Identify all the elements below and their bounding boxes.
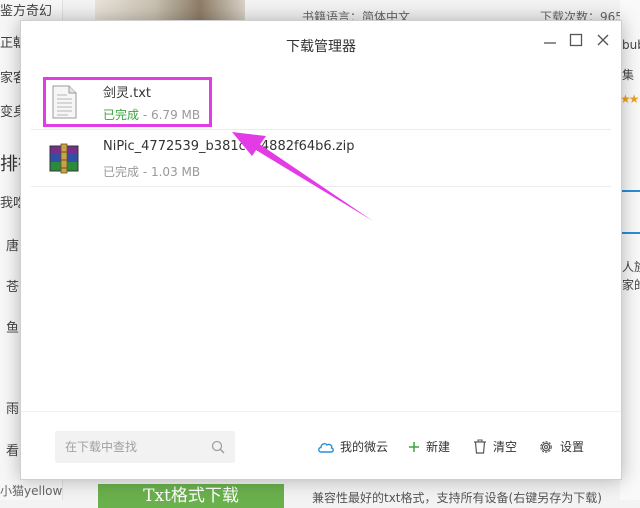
search-input[interactable] bbox=[55, 431, 205, 463]
new-button[interactable]: 新建 bbox=[408, 438, 450, 458]
background-right-panel: bub 集 ★★ 人族 家的 bbox=[620, 0, 640, 500]
search-box bbox=[55, 431, 235, 463]
close-button[interactable] bbox=[592, 31, 614, 51]
my-cloud-button[interactable]: 我的微云 bbox=[317, 438, 388, 458]
minimize-button[interactable] bbox=[539, 31, 561, 51]
download-filename: NiPic_4772539_b381cec4882f64b6.zip bbox=[103, 139, 355, 154]
clear-button[interactable]: 清空 bbox=[473, 438, 517, 458]
bg-book-link: 鉴方奇幻 bbox=[0, 4, 53, 19]
bg-rank-item: 唐 bbox=[6, 239, 20, 254]
close-icon bbox=[597, 34, 609, 46]
bg-divider bbox=[620, 232, 640, 234]
settings-label: 设置 bbox=[560, 440, 585, 454]
bg-divider bbox=[620, 190, 640, 192]
new-label: 新建 bbox=[426, 440, 451, 454]
minimize-icon bbox=[544, 42, 556, 44]
bg-username: 小猫yellow bbox=[0, 484, 63, 498]
bg-rank-item: 鱼 bbox=[6, 321, 20, 336]
bg-right-text: 集 bbox=[622, 68, 635, 82]
bg-right-text: 人族 bbox=[622, 260, 640, 274]
dialog-title: 下载管理器 bbox=[286, 39, 356, 55]
settings-button[interactable]: 设置 bbox=[538, 438, 584, 458]
dialog-titlebar[interactable]: 下载管理器 bbox=[21, 21, 621, 73]
bg-rating-stars: ★★ bbox=[620, 92, 639, 106]
trash-icon bbox=[474, 439, 486, 454]
annotation-highlight-box bbox=[43, 77, 212, 127]
maximize-button[interactable] bbox=[565, 31, 587, 51]
bg-rank-item: 苍 bbox=[6, 280, 20, 295]
download-complete-label: 已完成 bbox=[103, 165, 140, 179]
download-size: 1.03 MB bbox=[150, 165, 201, 179]
bg-right-text: bub bbox=[622, 38, 640, 52]
bg-rank-item: 雨 bbox=[6, 402, 20, 417]
cloud-icon bbox=[318, 442, 334, 453]
bg-download-note: 兼容性最好的txt格式，支持所有设备(右键另存为下载) bbox=[312, 491, 602, 505]
download-item[interactable]: NiPic_4772539_b381cec4882f64b6.zip 已完成 -… bbox=[31, 130, 611, 187]
winrar-archive-icon bbox=[49, 143, 79, 174]
gear-icon bbox=[540, 440, 552, 453]
plus-icon bbox=[409, 441, 419, 452]
search-icon[interactable] bbox=[211, 440, 225, 454]
my-cloud-label: 我的微云 bbox=[340, 440, 389, 454]
dialog-footer: 我的微云 新建 清空 设置 bbox=[21, 411, 621, 480]
clear-label: 清空 bbox=[493, 440, 518, 454]
maximize-icon bbox=[569, 33, 583, 47]
download-status: 已完成 - 1.03 MB bbox=[103, 165, 201, 179]
txt-download-button[interactable]: Txt格式下载 bbox=[98, 484, 284, 508]
bg-right-text: 家的 bbox=[622, 278, 640, 292]
bg-rank-item: 看 bbox=[6, 444, 20, 459]
